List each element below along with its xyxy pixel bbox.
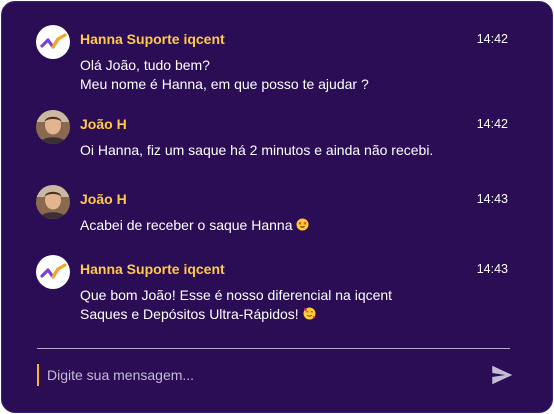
message-line: Acabei de receber o saque Hanna — [80, 216, 309, 235]
iqcent-logo-icon — [36, 25, 70, 59]
message-line: Meu nome é Hanna, em que posso te ajudar… — [80, 76, 369, 92]
user-avatar — [36, 185, 70, 219]
message-line-text: Acabei de receber o saque Hanna — [80, 217, 293, 233]
send-icon — [489, 365, 515, 391]
message-time: 14:42 — [476, 32, 508, 46]
sender-name: Hanna Suporte iqcent — [80, 261, 225, 277]
chat-message: Hanna Suporte iqcent 14:43 Que bom João!… — [36, 255, 508, 327]
sender-name: Hanna Suporte iqcent — [80, 31, 225, 47]
message-line: Saques e Depósitos Ultra-Rápidos! — [80, 305, 392, 324]
message-line: Oi Hanna, fiz um saque há 2 minutos e ai… — [80, 142, 434, 158]
chat-message: João H 14:43 Acabei de receber o saque H… — [36, 185, 508, 237]
message-text: Acabei de receber o saque Hanna — [80, 216, 309, 235]
input-cursor — [37, 364, 39, 386]
message-composer — [37, 361, 515, 391]
message-line: Que bom João! Esse é nosso diferencial n… — [80, 287, 393, 303]
message-line-text: Saques e Depósitos Ultra-Rápidos! — [80, 306, 299, 322]
chat-panel: Hanna Suporte iqcent 14:42 Olá João, tud… — [1, 1, 553, 413]
iqcent-logo-icon — [36, 255, 70, 289]
message-text: Oi Hanna, fiz um saque há 2 minutos e ai… — [80, 141, 433, 160]
message-text: Que bom João! Esse é nosso diferencial n… — [80, 286, 392, 324]
message-time: 14:42 — [476, 117, 508, 131]
sender-name: João H — [80, 116, 127, 132]
star-struck-emoji — [296, 217, 309, 231]
smiling-hearts-emoji — [303, 306, 316, 320]
sender-name: João H — [80, 191, 127, 207]
message-input[interactable] — [47, 363, 467, 387]
chat-message: João H 14:42 Oi Hanna, fiz um saque há 2… — [36, 110, 508, 162]
message-time: 14:43 — [476, 262, 508, 276]
message-text: Olá João, tudo bem? Meu nome é Hanna, em… — [80, 56, 369, 94]
composer-divider — [37, 348, 510, 349]
message-line: Olá João, tudo bem? — [80, 57, 210, 73]
message-time: 14:43 — [476, 192, 508, 206]
chat-message: Hanna Suporte iqcent 14:42 Olá João, tud… — [36, 25, 508, 95]
user-avatar — [36, 110, 70, 144]
send-button[interactable] — [489, 362, 515, 388]
